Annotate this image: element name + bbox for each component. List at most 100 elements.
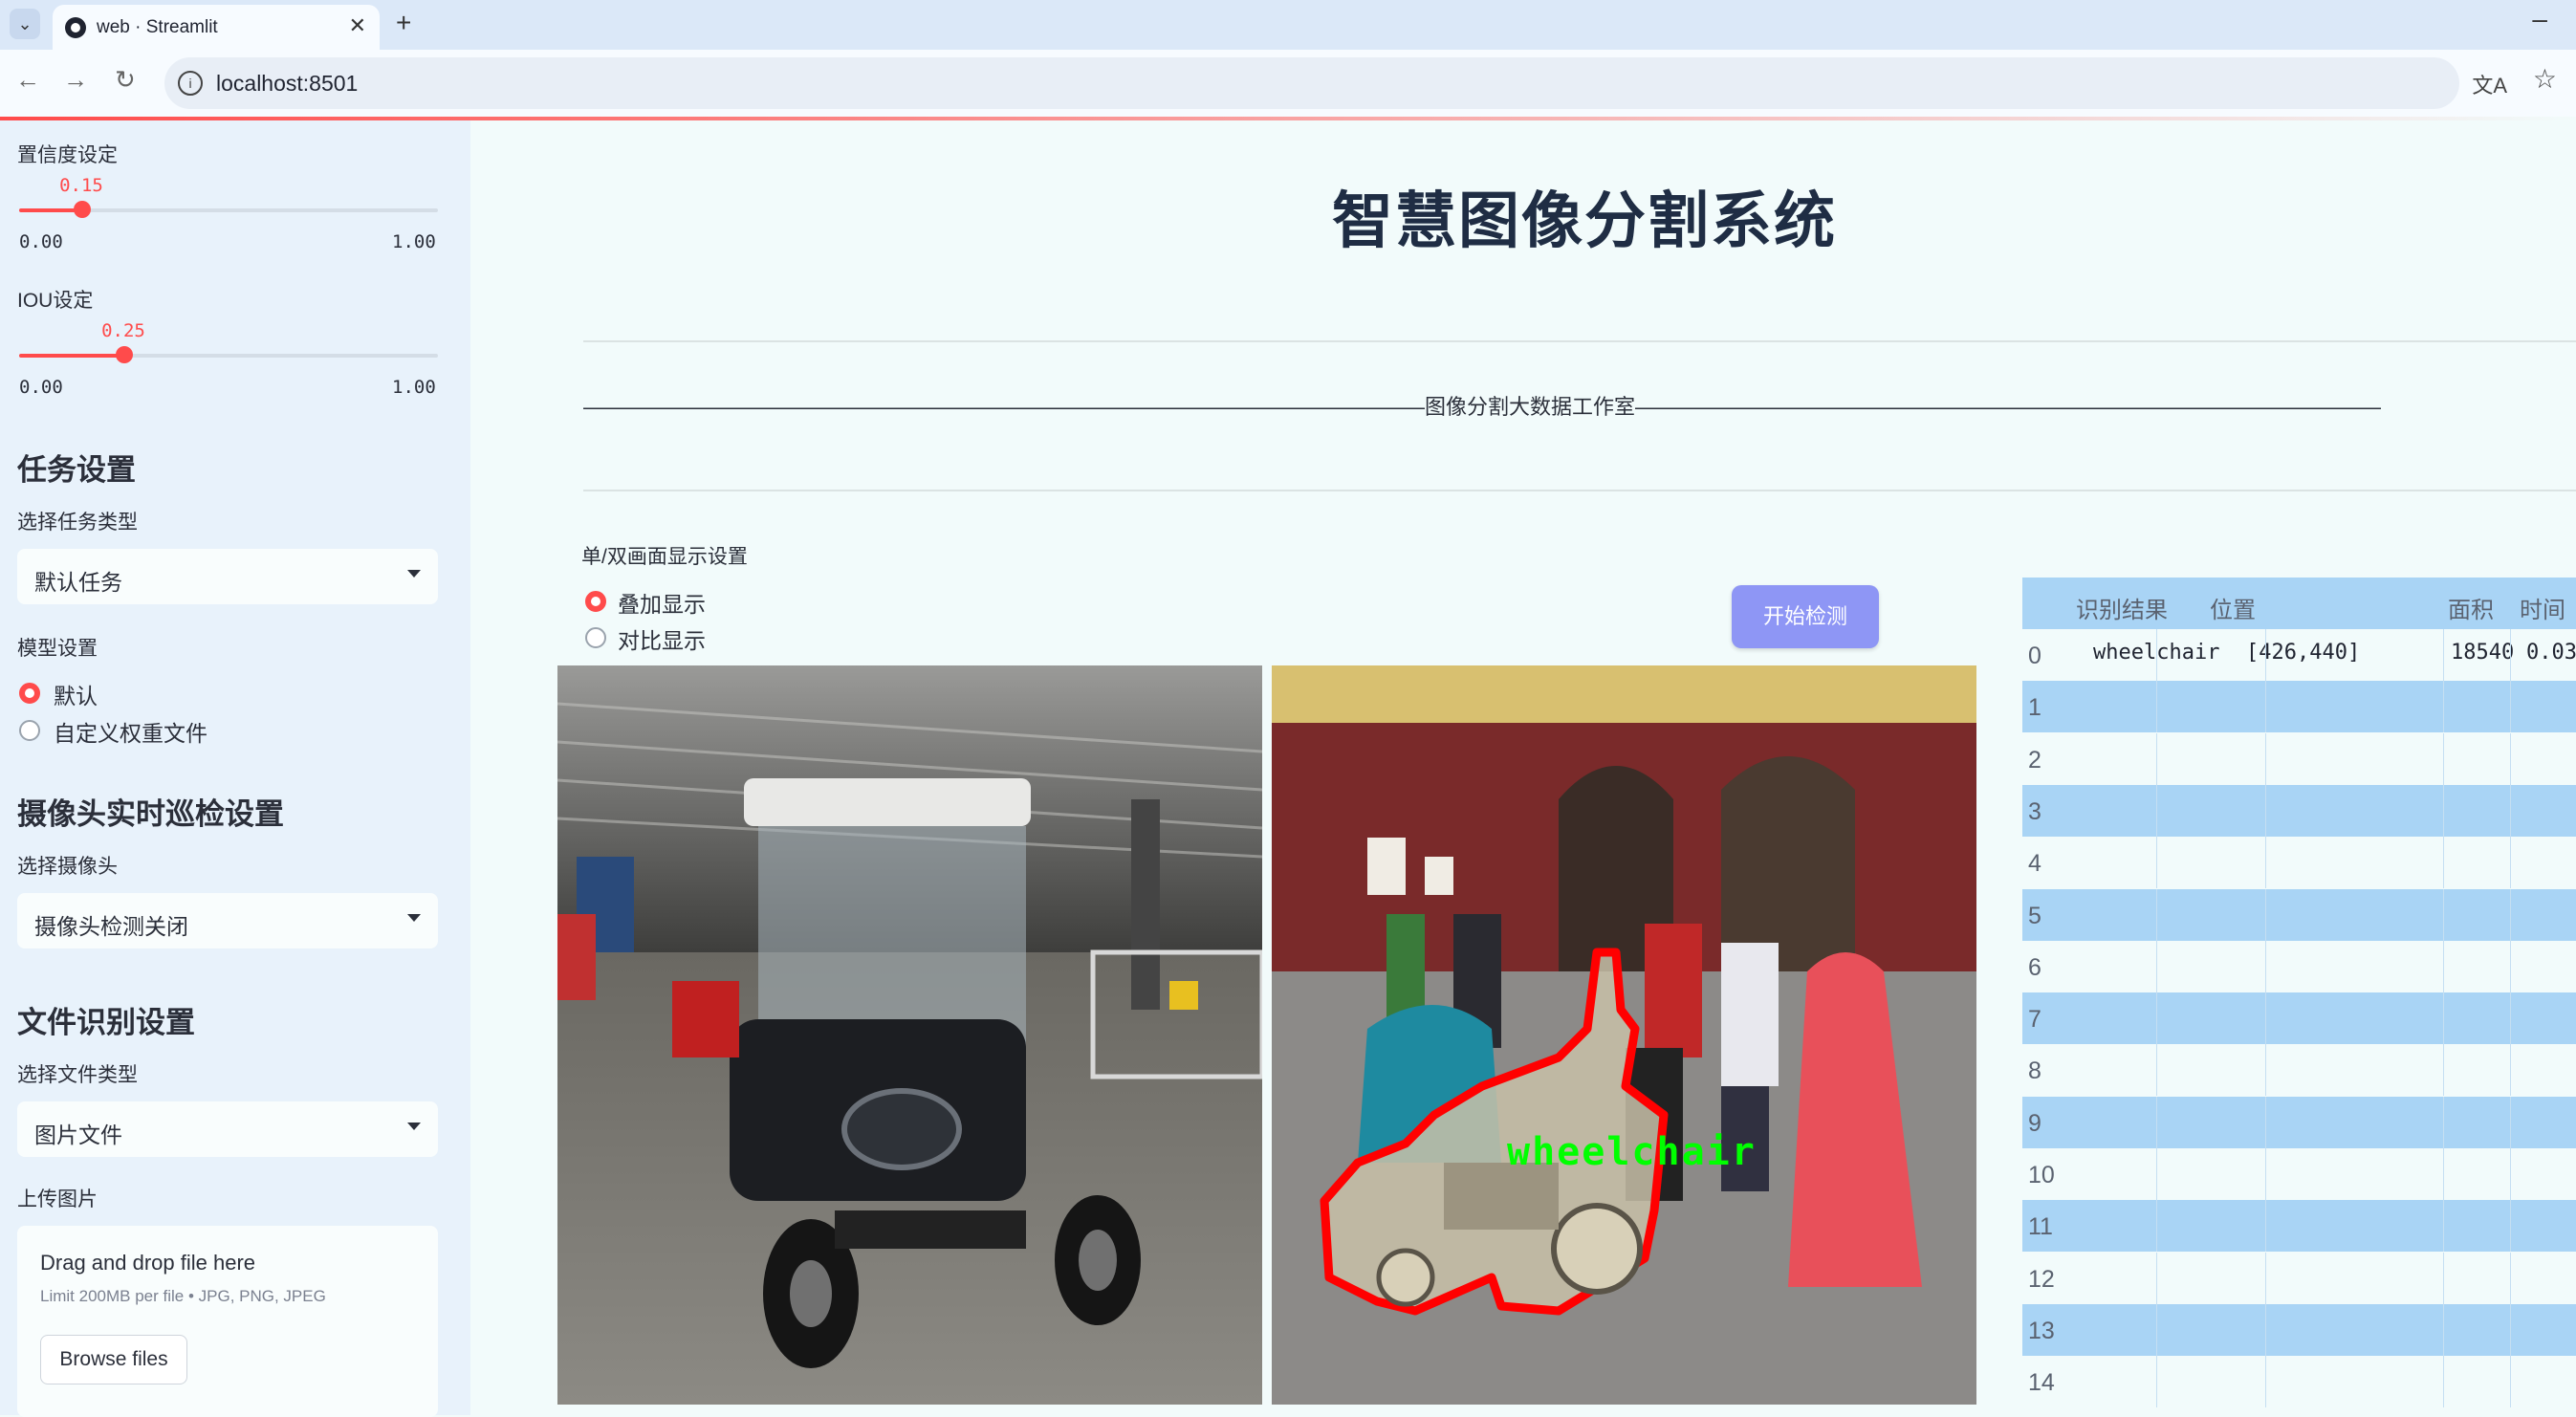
table-row[interactable]: 0 wheelchair [426,440] 18540 0.03: [2022, 629, 2576, 681]
column-divider: [2443, 732, 2444, 785]
window-minimize-icon[interactable]: –: [2532, 4, 2547, 34]
column-divider: [2443, 784, 2444, 837]
column-divider: [2265, 992, 2266, 1045]
column-divider: [2156, 940, 2157, 992]
display-radio-overlay[interactable]: [585, 591, 606, 612]
confidence-slider-fill: [19, 208, 82, 212]
file-type-selected: 图片文件: [34, 1123, 122, 1147]
upload-label: 上传图片: [17, 1188, 98, 1210]
row-index: 8: [2028, 1057, 2041, 1085]
column-divider: [2443, 1148, 2444, 1200]
column-divider: [2510, 1096, 2511, 1148]
header-position[interactable]: 位置: [2210, 591, 2256, 624]
table-row[interactable]: 9: [2022, 1096, 2576, 1148]
column-divider: [2443, 888, 2444, 941]
forward-arrow-icon[interactable]: →: [63, 65, 88, 95]
row-index: 3: [2028, 797, 2041, 825]
iou-slider[interactable]: [19, 346, 438, 363]
new-tab-plus-icon[interactable]: +: [396, 8, 411, 38]
browse-files-button[interactable]: Browse files: [40, 1335, 187, 1384]
model-radio-custom-label[interactable]: 自定义权重文件: [54, 715, 207, 748]
tab-list-chevron-icon[interactable]: ⌄: [10, 9, 40, 39]
confidence-slider[interactable]: [19, 201, 438, 218]
file-uploader-dropzone[interactable]: Drag and drop file here Limit 200MB per …: [17, 1226, 438, 1417]
table-row[interactable]: 11: [2022, 1200, 2576, 1253]
model-radio-default-label[interactable]: 默认: [54, 678, 98, 710]
camera-select-label: 选择摄像头: [17, 856, 118, 878]
translate-icon[interactable]: 文A: [2472, 69, 2507, 99]
table-row[interactable]: 12: [2022, 1252, 2576, 1304]
task-heading: 任务设置: [17, 453, 136, 487]
tab-close-icon[interactable]: ✕: [349, 13, 366, 38]
display-radio-compare[interactable]: [585, 627, 606, 648]
column-divider: [2265, 1044, 2266, 1097]
column-divider: [2156, 1096, 2157, 1148]
column-divider: [2156, 732, 2157, 785]
column-divider: [2443, 1303, 2444, 1356]
chevron-down-icon: [407, 1123, 421, 1130]
table-row[interactable]: 14: [2022, 1356, 2576, 1408]
start-detection-button[interactable]: 开始检测: [1732, 585, 1879, 648]
column-divider: [2156, 1148, 2157, 1200]
model-radio-custom[interactable]: [19, 720, 40, 741]
column-divider: [2265, 1148, 2266, 1200]
back-arrow-icon[interactable]: ←: [15, 65, 40, 95]
iou-max: 1.00: [392, 377, 436, 398]
table-row[interactable]: 6: [2022, 940, 2576, 992]
detection-label-wheelchair: wheelchair: [1507, 1130, 1757, 1174]
cell-time: 0.03: [2526, 641, 2576, 665]
column-divider: [2443, 1044, 2444, 1097]
column-divider: [2156, 888, 2157, 941]
file-type-select[interactable]: 图片文件: [17, 1101, 438, 1157]
table-row[interactable]: 5: [2022, 888, 2576, 941]
table-row[interactable]: 3: [2022, 784, 2576, 837]
camera-select[interactable]: 摄像头检测关闭: [17, 893, 438, 948]
upload-drop-text: Drag and drop file here: [40, 1251, 256, 1275]
table-row[interactable]: 13: [2022, 1303, 2576, 1356]
column-divider: [2510, 1044, 2511, 1097]
table-row[interactable]: 2: [2022, 732, 2576, 785]
column-divider: [2265, 1096, 2266, 1148]
cell-position: [426,440]: [2246, 641, 2361, 665]
iou-slider-thumb[interactable]: [115, 346, 133, 363]
column-divider: [2265, 732, 2266, 785]
header-area[interactable]: 面积: [2448, 591, 2494, 624]
column-divider: [2265, 940, 2266, 992]
header-result[interactable]: 识别结果: [2076, 591, 2168, 624]
divider-top: [583, 340, 2576, 342]
task-type-select[interactable]: 默认任务: [17, 549, 438, 604]
url-field[interactable]: i localhost:8501: [164, 57, 2459, 109]
site-info-icon[interactable]: i: [178, 71, 203, 96]
column-divider: [2265, 784, 2266, 837]
display-radio-compare-label[interactable]: 对比显示: [618, 622, 706, 655]
table-row[interactable]: 7: [2022, 992, 2576, 1045]
table-row[interactable]: 8: [2022, 1044, 2576, 1097]
model-label: 模型设置: [17, 638, 98, 660]
table-row[interactable]: 1: [2022, 681, 2576, 733]
header-time[interactable]: 时间: [2520, 591, 2565, 624]
browser-tab[interactable]: web · Streamlit ✕: [53, 5, 380, 50]
column-divider: [2156, 837, 2157, 889]
table-row[interactable]: 4: [2022, 837, 2576, 889]
column-divider: [2510, 1252, 2511, 1304]
confidence-slider-thumb[interactable]: [73, 201, 91, 218]
column-divider: [2156, 784, 2157, 837]
display-radio-overlay-label[interactable]: 叠加显示: [618, 586, 706, 619]
row-index: 5: [2028, 902, 2041, 929]
original-image: [557, 665, 1262, 1405]
row-index: 1: [2028, 694, 2041, 722]
bookmark-star-icon[interactable]: ☆: [2533, 63, 2557, 95]
column-divider: [2510, 1356, 2511, 1408]
column-divider: [2265, 1303, 2266, 1356]
camera-heading: 摄像头实时巡检设置: [17, 797, 284, 831]
column-divider: [2265, 888, 2266, 941]
reload-icon[interactable]: ↻: [115, 65, 136, 95]
file-type-label: 选择文件类型: [17, 1064, 138, 1086]
row-index: 7: [2028, 1006, 2041, 1034]
page-title: 智慧图像分割系统: [1332, 186, 1837, 255]
model-radio-default[interactable]: [19, 683, 40, 704]
tab-title: web · Streamlit: [97, 17, 218, 37]
table-row[interactable]: 10: [2022, 1148, 2576, 1200]
confidence-max: 1.00: [392, 231, 436, 252]
row-index: 12: [2028, 1265, 2055, 1293]
